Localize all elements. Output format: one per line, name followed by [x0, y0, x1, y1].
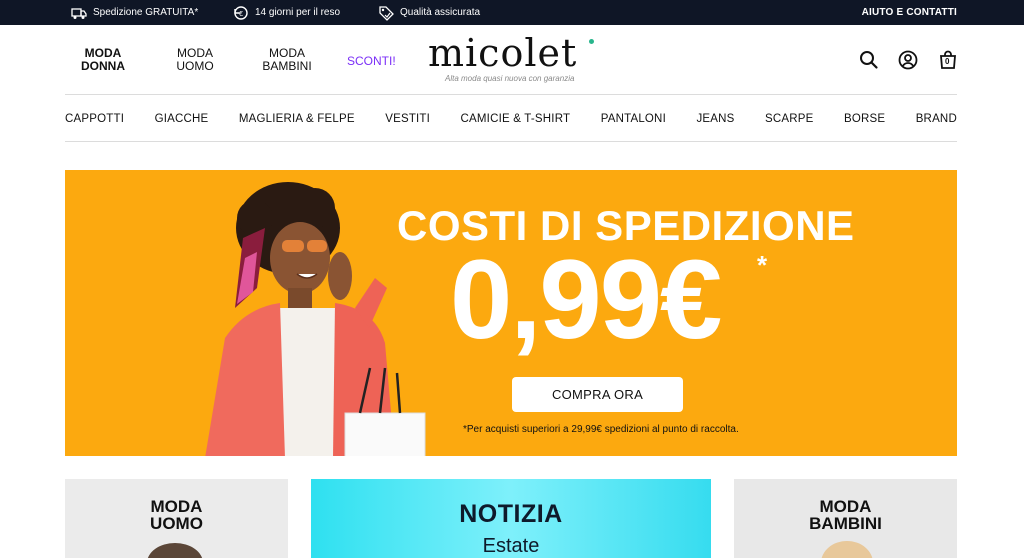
category-jeans[interactable]: JEANS: [696, 113, 734, 125]
return-icon: €: [234, 5, 248, 20]
tile-label: UOMO: [150, 514, 203, 533]
category-maglieria-felpe[interactable]: MAGLIERIA & FELPE: [239, 113, 355, 125]
tile-moda-bambini[interactable]: MODA BAMBINI: [734, 479, 957, 558]
hero-banner[interactable]: COSTI DI SPEDIZIONE 0,99€ * COMPRA ORA *…: [65, 170, 957, 456]
category-cappotti[interactable]: CAPPOTTI: [65, 113, 124, 125]
nav-sconti[interactable]: SCONTI!: [347, 54, 396, 68]
category-vestiti[interactable]: VESTITI: [385, 113, 430, 125]
category-camicie-tshirt[interactable]: CAMICIE & T-SHIRT: [461, 113, 571, 125]
help-contact-link[interactable]: AIUTO E CONTATTI: [862, 0, 957, 25]
perk-free-shipping: Spedizione GRATUITA*: [71, 0, 198, 25]
nav-line: UOMO: [176, 59, 214, 73]
search-icon[interactable]: [859, 50, 879, 70]
tile-title: NOTIZIA: [459, 500, 563, 528]
nav-moda-bambini[interactable]: MODA BAMBINI: [247, 47, 327, 73]
category-pantaloni[interactable]: PANTALONI: [601, 113, 666, 125]
cart-button[interactable]: 0: [938, 50, 958, 70]
nav-line: DONNA: [81, 59, 125, 73]
category-borse[interactable]: BORSE: [844, 113, 885, 125]
hero-footnote: *Per acquisti superiori a 29,99€ spedizi…: [463, 424, 739, 435]
category-brand[interactable]: BRAND: [916, 113, 957, 125]
buy-now-button[interactable]: COMPRA ORA: [512, 377, 683, 412]
category-giacche[interactable]: GIACCHE: [155, 113, 209, 125]
perk-label: Qualità assicurata: [400, 7, 481, 18]
account-icon[interactable]: [898, 50, 918, 70]
perk-quality: Qualità assicurata: [378, 0, 480, 25]
logo[interactable]: micolet Alta moda quasi nuova con garanz…: [428, 33, 598, 88]
hero-asterisk: *: [757, 250, 768, 280]
truck-icon: [71, 7, 87, 19]
category-nav: CAPPOTTI GIACCHE MAGLIERIA & FELPE VESTI…: [65, 108, 957, 130]
svg-text:€: €: [239, 10, 243, 18]
nav-line: MODA: [269, 46, 305, 60]
logo-dot: [589, 39, 594, 44]
perk-label: 14 giorni per il reso: [255, 7, 341, 18]
nav-line: MODA: [84, 46, 122, 60]
tile-photo: [147, 543, 203, 558]
tile-photo: [821, 541, 873, 558]
logo-tagline: Alta moda quasi nuova con garanzia: [445, 74, 575, 83]
tile-subtitle: Estate: [482, 535, 540, 557]
perk-returns: € 14 giorni per il reso: [233, 0, 340, 25]
nav-line: MODA: [177, 46, 213, 60]
tile-moda-uomo[interactable]: MODA UOMO: [65, 479, 288, 558]
header: MODA DONNA MODA UOMO MODA BAMBINI SCONTI…: [0, 25, 1024, 95]
category-scarpe[interactable]: SCARPE: [765, 113, 814, 125]
logo-wordmark: micolet: [428, 31, 578, 75]
divider: [65, 141, 957, 142]
cart-count: 0: [945, 57, 950, 66]
tile-label: BAMBINI: [809, 514, 882, 533]
top-bar: Spedizione GRATUITA* € 14 giorni per il …: [0, 0, 1024, 25]
tag-check-icon: [379, 5, 394, 21]
perk-label: Spedizione GRATUITA*: [93, 7, 199, 18]
tile-label: MODA: [819, 497, 872, 516]
nav-line: BAMBINI: [262, 59, 312, 73]
nav-moda-uomo[interactable]: MODA UOMO: [155, 47, 235, 73]
tile-label: MODA: [150, 497, 203, 516]
tile-notizia[interactable]: NOTIZIA Estate: [311, 479, 711, 558]
divider: [65, 94, 957, 95]
hero-price: 0,99€: [450, 237, 722, 362]
nav-moda-donna[interactable]: MODA DONNA: [63, 47, 143, 73]
